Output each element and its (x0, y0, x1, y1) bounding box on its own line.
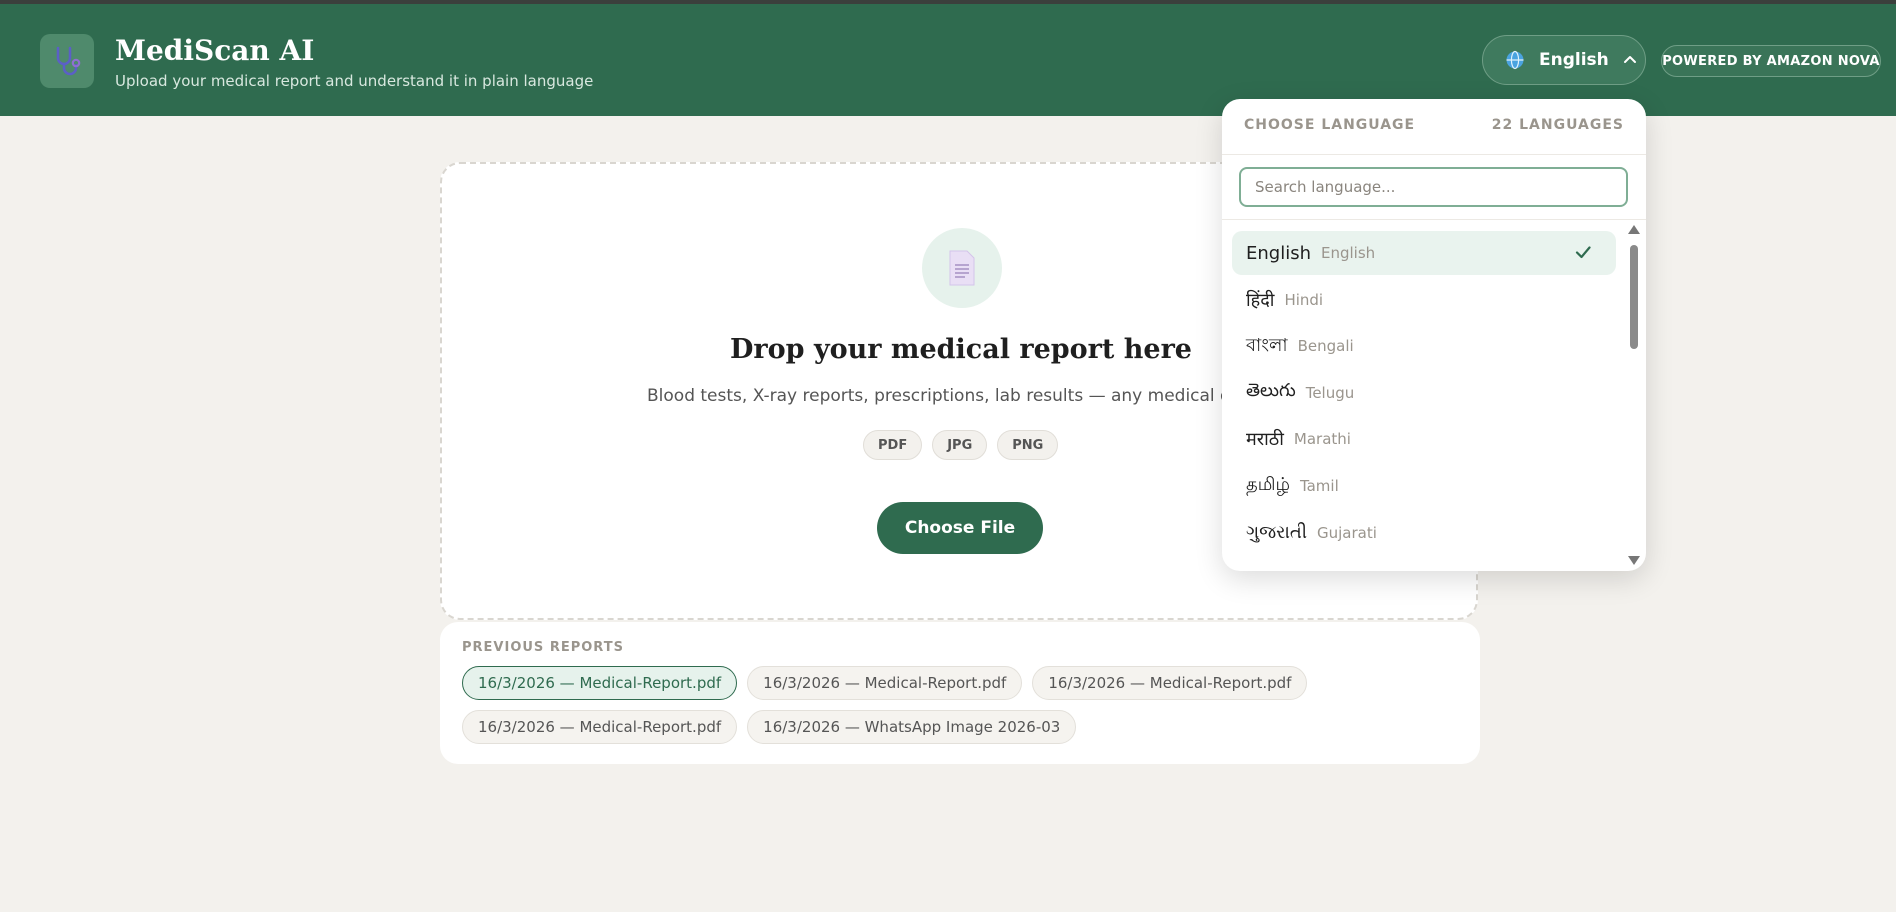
language-option-gujarati[interactable]: ગુજરાતી Gujarati (1232, 511, 1616, 555)
language-native-name: తెలుగు (1246, 380, 1296, 402)
app-subtitle: Upload your medical report and understan… (115, 72, 594, 90)
language-english-name: Gujarati (1316, 523, 1377, 542)
language-list: English English हिंदी Hindi বাংলা Bengal… (1232, 231, 1616, 557)
language-native-name: தமிழ் (1246, 474, 1290, 496)
chevron-up-icon (1623, 56, 1636, 63)
language-selector-button[interactable]: English (1482, 35, 1646, 85)
file-type-chip: PDF (863, 430, 923, 460)
file-type-list: PDF JPG PNG (863, 430, 1059, 460)
language-list-scrollbar[interactable] (1626, 223, 1642, 567)
previous-reports-panel: PREVIOUS REPORTS 16/3/2026 — Medical-Rep… (440, 622, 1480, 764)
previous-report-chip[interactable]: 16/3/2026 — Medical-Report.pdf (747, 666, 1023, 700)
language-option-hindi[interactable]: हिंदी Hindi (1232, 278, 1616, 322)
app-title: MediScan AI (115, 34, 315, 67)
previous-report-chip[interactable]: 16/3/2026 — Medical-Report.pdf (1032, 666, 1308, 700)
language-native-name: ગુજરાતી (1246, 522, 1307, 544)
language-option-bengali[interactable]: বাংলা Bengali (1232, 324, 1616, 368)
language-option-telugu[interactable]: తెలుగు Telugu (1232, 371, 1616, 415)
dropdown-divider (1222, 219, 1646, 220)
powered-by-badge: POWERED BY AMAZON NOVA (1661, 45, 1881, 77)
language-dropdown: CHOOSE LANGUAGE 22 LANGUAGES English Eng… (1222, 99, 1646, 571)
language-option-english[interactable]: English English (1232, 231, 1616, 275)
scroll-down-arrow-icon[interactable] (1628, 556, 1640, 565)
checkmark-icon (1575, 246, 1591, 259)
language-english-name: Tamil (1299, 476, 1339, 495)
previous-report-chip[interactable]: 16/3/2026 — WhatsApp Image 2026-03 (747, 710, 1077, 744)
language-native-name: English (1246, 242, 1311, 264)
choose-file-button[interactable]: Choose File (877, 502, 1043, 554)
file-type-chip: JPG (932, 430, 988, 460)
language-option-tamil[interactable]: தமிழ் Tamil (1232, 464, 1616, 508)
stethoscope-icon (56, 46, 81, 76)
language-dropdown-title: CHOOSE LANGUAGE (1244, 117, 1416, 133)
language-dropdown-header: CHOOSE LANGUAGE 22 LANGUAGES (1222, 99, 1646, 155)
language-english-name: Telugu (1305, 383, 1355, 402)
file-type-chip: PNG (997, 430, 1059, 460)
app-logo (40, 34, 94, 88)
scrollbar-thumb[interactable] (1630, 245, 1638, 349)
file-icon-circle (922, 228, 1002, 308)
language-native-name: हिंदी (1246, 289, 1275, 311)
language-english-name: Bengali (1297, 337, 1354, 356)
language-english-name: Hindi (1284, 290, 1324, 309)
language-english-name: English (1321, 244, 1376, 262)
language-button-label: English (1539, 50, 1609, 70)
language-count: 22 LANGUAGES (1491, 117, 1624, 133)
previous-reports-list: 16/3/2026 — Medical-Report.pdf 16/3/2026… (462, 666, 1462, 744)
language-english-name: Marathi (1293, 430, 1351, 449)
globe-icon (1506, 50, 1524, 70)
language-search-input[interactable] (1239, 167, 1628, 207)
scroll-up-arrow-icon[interactable] (1628, 225, 1640, 234)
previous-report-chip[interactable]: 16/3/2026 — Medical-Report.pdf (462, 666, 738, 700)
document-icon (949, 250, 975, 286)
language-native-name: मराठी (1246, 429, 1284, 451)
previous-reports-label: PREVIOUS REPORTS (462, 640, 624, 655)
language-option-marathi[interactable]: मराठी Marathi (1232, 417, 1616, 461)
language-native-name: বাংলা (1246, 334, 1288, 356)
dropzone-description: Blood tests, X-ray reports, prescription… (647, 386, 1237, 406)
previous-report-chip[interactable]: 16/3/2026 — Medical-Report.pdf (462, 710, 738, 744)
